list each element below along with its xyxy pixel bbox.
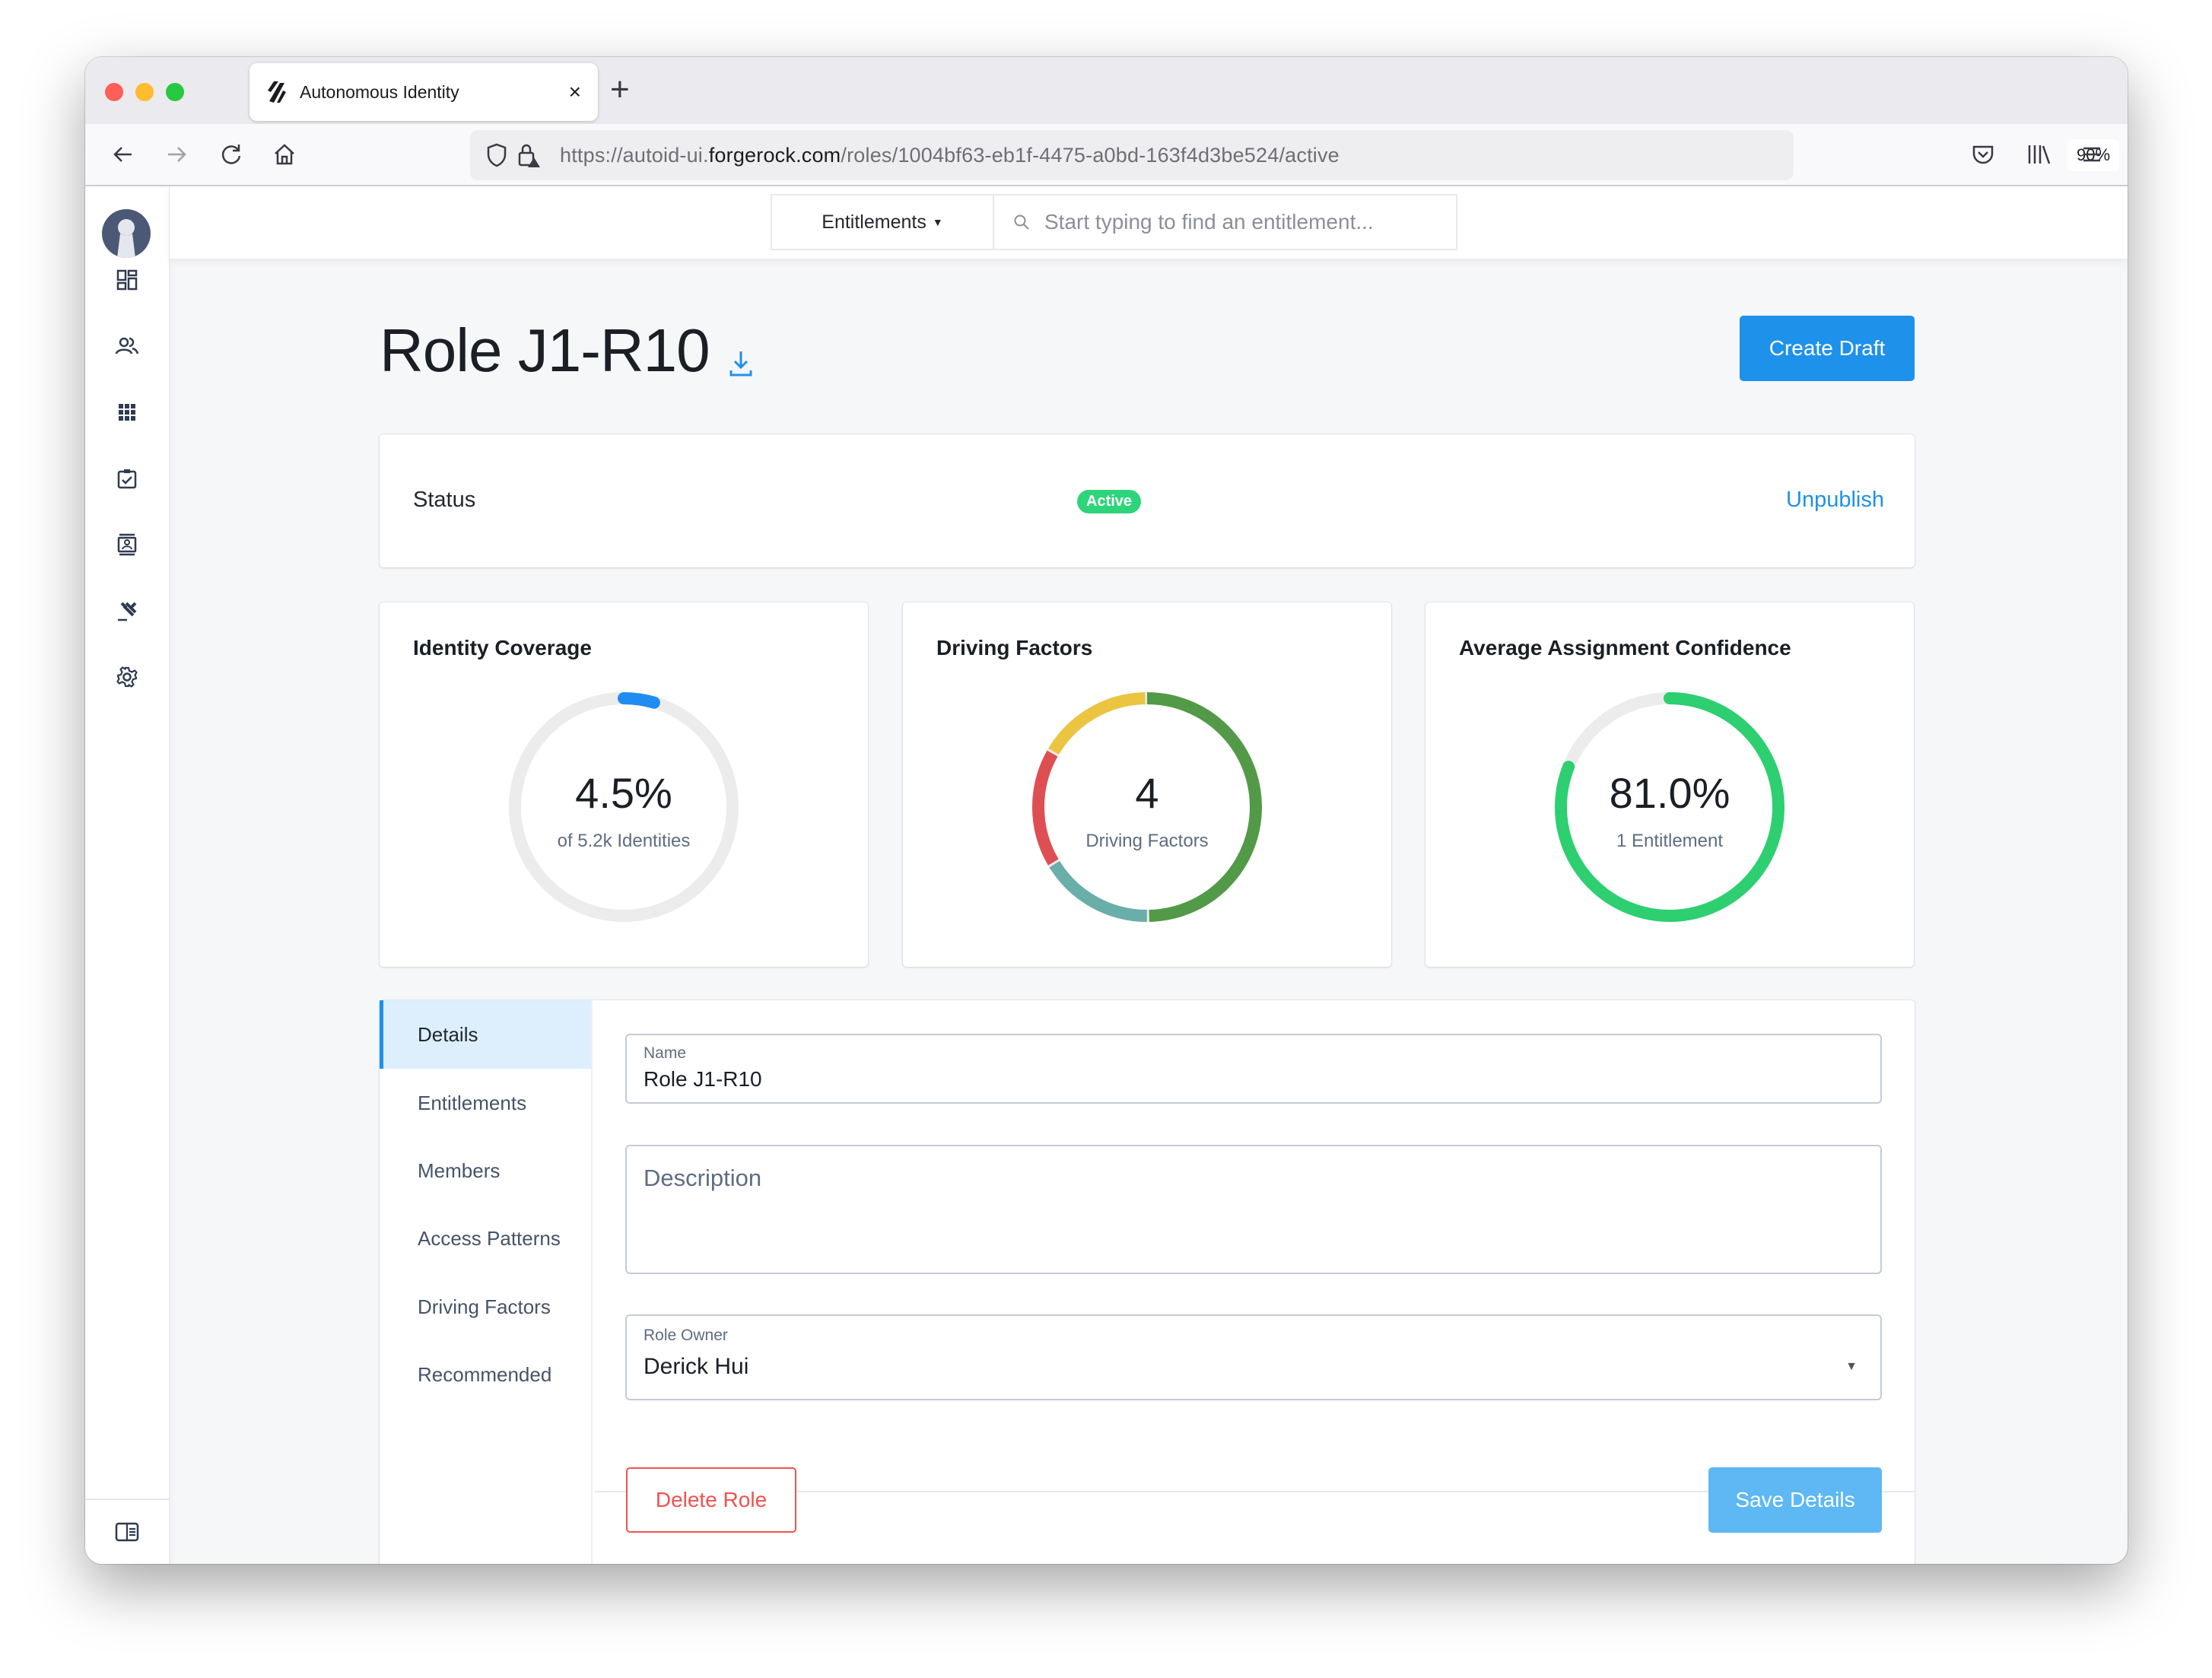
home-button[interactable]	[269, 139, 300, 170]
page-title: Role J1-R10	[380, 316, 710, 384]
url-domain: forgerock.com	[708, 143, 841, 167]
reload-icon	[221, 145, 241, 164]
back-button[interactable]	[108, 139, 138, 170]
library-button[interactable]	[2023, 139, 2054, 170]
pocket-icon	[1972, 145, 1994, 164]
hamburger-menu-icon	[2083, 147, 2100, 162]
card-title: Identity Coverage	[413, 636, 592, 659]
apps-grid-icon	[119, 404, 135, 421]
maximize-window-button[interactable]	[166, 83, 184, 101]
sidebar-divider	[85, 1498, 169, 1500]
sidebar-item-settings[interactable]	[112, 662, 142, 692]
url-prefix: https://autoid-ui.	[560, 143, 709, 167]
tab-entitlements[interactable]: Entitlements	[380, 1069, 591, 1137]
center-value: 4	[1135, 769, 1159, 817]
role-owner-label: Role Owner	[644, 1327, 728, 1344]
forgerock-logo-icon	[268, 81, 286, 103]
sidebar-item-dashboard[interactable]	[112, 265, 142, 295]
download-icon	[729, 351, 752, 377]
forward-button[interactable]	[161, 139, 192, 170]
entitlement-search-group: Entitlements ▼	[771, 194, 1457, 250]
assignment-confidence-card: Average Assignment Confidence 81.0% 1 En…	[1425, 602, 1914, 967]
sidebar-item-administration[interactable]	[112, 596, 142, 626]
center-subtitle: Driving Factors	[1085, 831, 1209, 851]
sidebar-item-entitlements[interactable]	[112, 397, 142, 427]
home-icon	[275, 144, 294, 165]
users-icon	[115, 337, 139, 354]
tab-members[interactable]: Members	[380, 1136, 591, 1205]
identity-coverage-card: Identity Coverage 4.5% of 5.2k Identitie…	[380, 602, 868, 967]
role-owner-field[interactable]: Role Owner Derick Hui ▼	[625, 1314, 1882, 1400]
browser-tab[interactable]: Autonomous Identity ×	[249, 63, 598, 121]
search-scope-dropdown[interactable]: Entitlements ▼	[772, 195, 994, 249]
save-details-button[interactable]: Save Details	[1708, 1467, 1882, 1533]
pocket-button[interactable]	[1968, 139, 1998, 170]
center-subtitle: of 5.2k Identities	[557, 831, 691, 851]
role-owner-value: Derick Hui	[644, 1354, 749, 1379]
reload-button[interactable]	[216, 139, 246, 170]
dashboard-icon	[116, 269, 138, 291]
description-input[interactable]	[644, 1165, 1861, 1248]
create-draft-button[interactable]: Create Draft	[1740, 316, 1915, 381]
sidebar-item-rules[interactable]	[112, 463, 142, 494]
name-input[interactable]	[644, 1067, 1845, 1092]
clipboard-check-icon	[117, 469, 137, 489]
sidebar-toggle-button[interactable]	[112, 1517, 142, 1547]
dropdown-caret-icon: ▼	[1845, 1360, 1858, 1373]
library-icon	[2028, 145, 2051, 164]
close-tab-icon[interactable]: ×	[569, 80, 581, 104]
delete-role-button[interactable]: Delete Role	[626, 1467, 796, 1533]
contact-card-icon	[117, 533, 137, 556]
search-input[interactable]	[1044, 210, 1440, 234]
tab-recommended[interactable]: Recommended	[380, 1340, 591, 1409]
address-bar[interactable]: https://autoid-ui.forgerock.com/roles/10…	[470, 130, 2120, 180]
menu-button[interactable]	[2077, 139, 2107, 170]
driving-factors-card: Driving Factors 4 Driving Factors	[903, 602, 1391, 967]
center-subtitle: 1 Entitlement	[1616, 831, 1724, 851]
gavel-icon	[118, 602, 137, 621]
user-avatar-icon	[117, 219, 135, 258]
new-tab-button[interactable]: +	[610, 71, 630, 109]
details-tabs: Details Entitlements Members Access Patt…	[380, 1000, 593, 1564]
app-header: Entitlements ▼	[170, 186, 2128, 259]
url-path: /roles/1004bf63-eb1f-4475-a0bd-163f4d3be…	[841, 143, 1340, 167]
url-text[interactable]: https://autoid-ui.forgerock.com/roles/10…	[560, 144, 1340, 167]
name-field: Name	[625, 1034, 1882, 1104]
center-value: 81.0%	[1609, 769, 1731, 817]
details-panel: Details Entitlements Members Access Patt…	[380, 1000, 1915, 1564]
arrow-right-icon	[168, 147, 186, 162]
search-icon	[1014, 215, 1029, 230]
status-label: Status	[413, 488, 476, 512]
card-title: Average Assignment Confidence	[1459, 636, 1791, 659]
gear-icon	[116, 666, 138, 688]
status-card: Status Active Unpublish	[380, 434, 1915, 567]
download-button[interactable]	[728, 349, 754, 382]
tab-driving-factors[interactable]: Driving Factors	[380, 1273, 591, 1341]
caret-down-icon: ▼	[932, 216, 943, 228]
card-title: Driving Factors	[936, 636, 1093, 659]
unpublish-link[interactable]: Unpublish	[1786, 488, 1884, 513]
shield-icon	[487, 143, 507, 167]
browser-toolbar: https://autoid-ui.forgerock.com/roles/10…	[85, 124, 2128, 186]
sidebar-item-roles[interactable]	[112, 529, 142, 560]
description-field	[625, 1145, 1882, 1274]
center-value: 4.5%	[575, 769, 672, 817]
tab-details[interactable]: Details	[380, 1000, 591, 1069]
browser-window: Autonomous Identity × + https://autoid-u…	[85, 57, 2128, 1564]
tab-access-patterns[interactable]: Access Patterns	[380, 1204, 591, 1273]
minimize-window-button[interactable]	[135, 83, 154, 101]
status-badge: Active	[1077, 490, 1142, 513]
search-field	[994, 195, 1456, 249]
sidebar-item-identities[interactable]	[112, 331, 142, 361]
search-scope-label: Entitlements	[822, 211, 926, 233]
close-window-button[interactable]	[105, 83, 123, 101]
user-avatar[interactable]	[102, 209, 151, 258]
tab-title: Autonomous Identity	[300, 81, 459, 102]
sidebar-toggle-icon	[115, 1522, 139, 1542]
browser-tab-bar: Autonomous Identity × +	[85, 57, 2128, 124]
arrow-left-icon	[113, 147, 132, 162]
lock-warning-icon	[518, 144, 540, 167]
app-sidebar	[85, 186, 170, 1564]
name-label: Name	[644, 1044, 687, 1062]
